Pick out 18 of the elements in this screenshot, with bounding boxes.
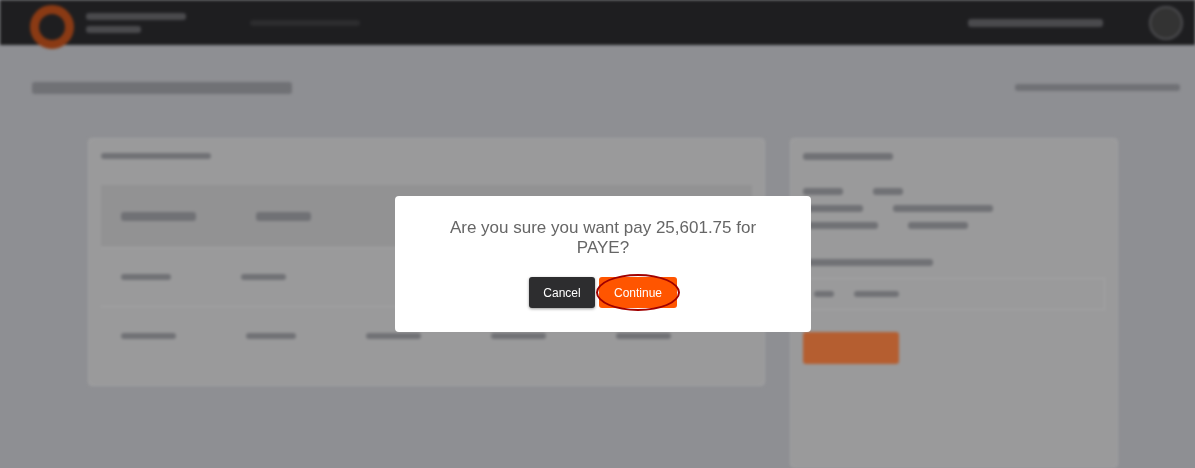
cancel-button[interactable]: Cancel [529,277,595,308]
blurred-text [366,333,421,339]
blurred-text [246,333,296,339]
blurred-text [86,25,141,33]
blurred-text [803,188,843,195]
blurred-text [121,274,171,280]
blurred-text [908,222,968,229]
blurred-text [814,291,834,297]
blurred-text [491,333,546,339]
blurred-text [256,211,311,221]
blurred-text [854,291,899,297]
avatar-icon [1149,5,1183,40]
blurred-text [873,188,903,195]
blurred-text [241,274,286,280]
blurred-logo-icon [30,4,74,49]
confirm-message: Are you sure you want pay 25,601.75 for PAYE? [448,218,758,258]
blurred-text [616,333,671,339]
blurred-text [121,333,176,339]
